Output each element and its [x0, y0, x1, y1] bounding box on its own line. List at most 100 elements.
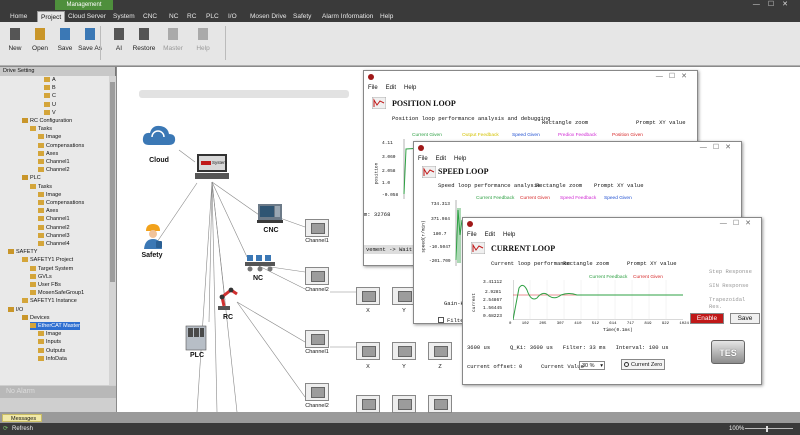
axis-node-bottom-1[interactable] [356, 395, 380, 413]
nc-conveyor-icon[interactable] [245, 253, 275, 273]
tree-item[interactable]: U [44, 101, 56, 109]
tree-item[interactable]: Channel2 [38, 166, 70, 174]
ai-button[interactable]: AI [106, 26, 132, 52]
tree-item[interactable]: B [44, 84, 56, 92]
axis-node-y2[interactable] [392, 342, 416, 360]
menu-tab-mosen-drive[interactable]: Mosen Drive [250, 11, 286, 22]
help-button[interactable]: Help [190, 26, 216, 52]
safety-worker-icon[interactable] [141, 222, 167, 250]
axis-node-x2[interactable] [356, 342, 380, 360]
prompt-xy-radio-label[interactable]: Prompt XY value [627, 260, 677, 267]
zoom-slider[interactable] [745, 428, 793, 429]
new-button[interactable]: New [2, 26, 28, 52]
messages-tab[interactable]: Messages [2, 414, 42, 422]
tree-item[interactable]: PLC [22, 174, 41, 182]
tree-item[interactable]: InfoData [38, 355, 67, 363]
axis-node-bottom-2[interactable] [392, 395, 416, 413]
tree-item[interactable]: I/O [8, 306, 23, 314]
menu-tab-rc[interactable]: RC [187, 11, 196, 22]
current-zero-button[interactable]: Current Zero [621, 359, 665, 370]
current-loop-titlebar[interactable]: —☐✕ [463, 218, 761, 230]
tree-item[interactable]: SAFETY1 Project [22, 256, 73, 264]
menu-help[interactable]: Help [454, 156, 466, 162]
menu-file[interactable]: File [368, 85, 378, 91]
tree-item[interactable]: Compensations [38, 199, 84, 207]
tree-item[interactable]: C [44, 92, 56, 100]
tree-item[interactable]: Image [38, 191, 61, 199]
tree-item[interactable]: Inputs [38, 338, 61, 346]
tree-item[interactable]: GVLs [30, 273, 52, 281]
channel-node-cnc-1[interactable] [305, 219, 329, 237]
tree-item[interactable]: Target System [30, 265, 73, 273]
tree-item[interactable]: Axes [38, 150, 58, 158]
tree-item[interactable]: Tasks [30, 183, 52, 191]
channel-node-nc-1[interactable] [305, 330, 329, 348]
menu-tab-home[interactable]: Home [10, 11, 27, 22]
tree-item[interactable]: Devices [22, 314, 50, 322]
menu-tab-system[interactable]: System [113, 11, 135, 22]
menu-tab-safety[interactable]: Safety [293, 11, 311, 22]
axis-node-z[interactable] [428, 342, 452, 360]
tree-item[interactable]: User FBs [30, 281, 61, 289]
save-button[interactable]: Save [730, 313, 760, 324]
current-value-select[interactable]: 30 % ▾ [579, 361, 605, 370]
save-button[interactable]: Save [52, 26, 78, 52]
tree-item[interactable]: Axes [38, 207, 58, 215]
tree-item[interactable]: MosenSafeGroup1 [30, 289, 84, 297]
status-refresh[interactable]: Refresh [12, 423, 33, 435]
tree-item[interactable]: Channel4 [38, 240, 70, 248]
menu-help[interactable]: Help [404, 85, 416, 91]
plc-cabinet-icon[interactable] [185, 325, 207, 351]
zoom-slider-thumb[interactable] [766, 426, 768, 432]
menu-edit[interactable]: Edit [386, 85, 396, 91]
tree-item[interactable]: Channel2 [38, 224, 70, 232]
sin-response-radio[interactable]: SIN Response [709, 282, 749, 289]
axis-node-bottom-3[interactable] [428, 395, 452, 413]
tree-item[interactable]: Outputs [38, 347, 65, 355]
channel-node-nc-2[interactable] [305, 383, 329, 401]
tree-item[interactable]: SAFETY [8, 248, 37, 256]
rc-robot-arm-icon[interactable] [215, 285, 241, 311]
menu-edit[interactable]: Edit [436, 156, 446, 162]
test-badge[interactable]: TES [711, 340, 745, 364]
rect-zoom-radio-label[interactable]: Rectangle zoom [563, 260, 609, 267]
menu-tab-alarm-information[interactable]: Alarm Information [322, 11, 373, 22]
window-controls[interactable]: —☐✕ [656, 72, 693, 80]
window-controls[interactable]: —☐✕ [720, 219, 757, 227]
refresh-icon[interactable]: ⟳ [3, 423, 8, 435]
tree-scrollbar-thumb[interactable] [110, 82, 115, 282]
system-computer-icon[interactable] [195, 153, 229, 181]
open-button[interactable]: Open [27, 26, 53, 52]
tree-item[interactable]: EtherCAT Master [30, 322, 80, 330]
window-controls[interactable]: —☐✕ [700, 143, 737, 151]
master-button[interactable]: Master [160, 26, 186, 52]
menu-edit[interactable]: Edit [485, 232, 495, 238]
tree-item[interactable]: Channel3 [38, 232, 70, 240]
tree-item[interactable]: SAFETY1 Instance [22, 297, 77, 305]
rect-zoom-radio-label[interactable]: Rectangle zoom [536, 182, 582, 189]
menu-tab-i-o[interactable]: I/O [228, 11, 237, 22]
tree-item[interactable]: Channel1 [38, 158, 70, 166]
cloud-icon[interactable] [141, 121, 177, 153]
filter-checkbox[interactable] [438, 317, 444, 323]
step-response-radio[interactable]: Step Response [709, 268, 752, 275]
tree-item[interactable]: Compensations [38, 142, 84, 150]
axis-node-x[interactable] [356, 287, 380, 305]
tree-item[interactable]: A [44, 76, 56, 84]
channel-node-cnc-2[interactable] [305, 267, 329, 285]
menu-file[interactable]: File [467, 232, 477, 238]
menu-tab-nc[interactable]: NC [169, 11, 178, 22]
rect-zoom-radio-label[interactable]: Rectangle zoom [542, 119, 588, 126]
window-controls[interactable]: —☐✕ [753, 0, 796, 10]
position-loop-titlebar[interactable]: —☐✕ [364, 71, 697, 83]
menu-tab-plc[interactable]: PLC [206, 11, 219, 22]
speed-loop-titlebar[interactable]: —☐✕ [414, 142, 741, 154]
prompt-xy-radio-label[interactable]: Prompt XY value [636, 119, 686, 126]
menu-file[interactable]: File [418, 156, 428, 162]
tree-item[interactable]: Tasks [30, 125, 52, 133]
prompt-xy-radio-label[interactable]: Prompt XY value [594, 182, 644, 189]
enable-button[interactable]: Enable [690, 313, 724, 324]
menu-tab-project[interactable]: Project [37, 11, 66, 22]
tree-item[interactable]: RC Configuration [22, 117, 72, 125]
tree-item[interactable]: V [44, 109, 56, 117]
